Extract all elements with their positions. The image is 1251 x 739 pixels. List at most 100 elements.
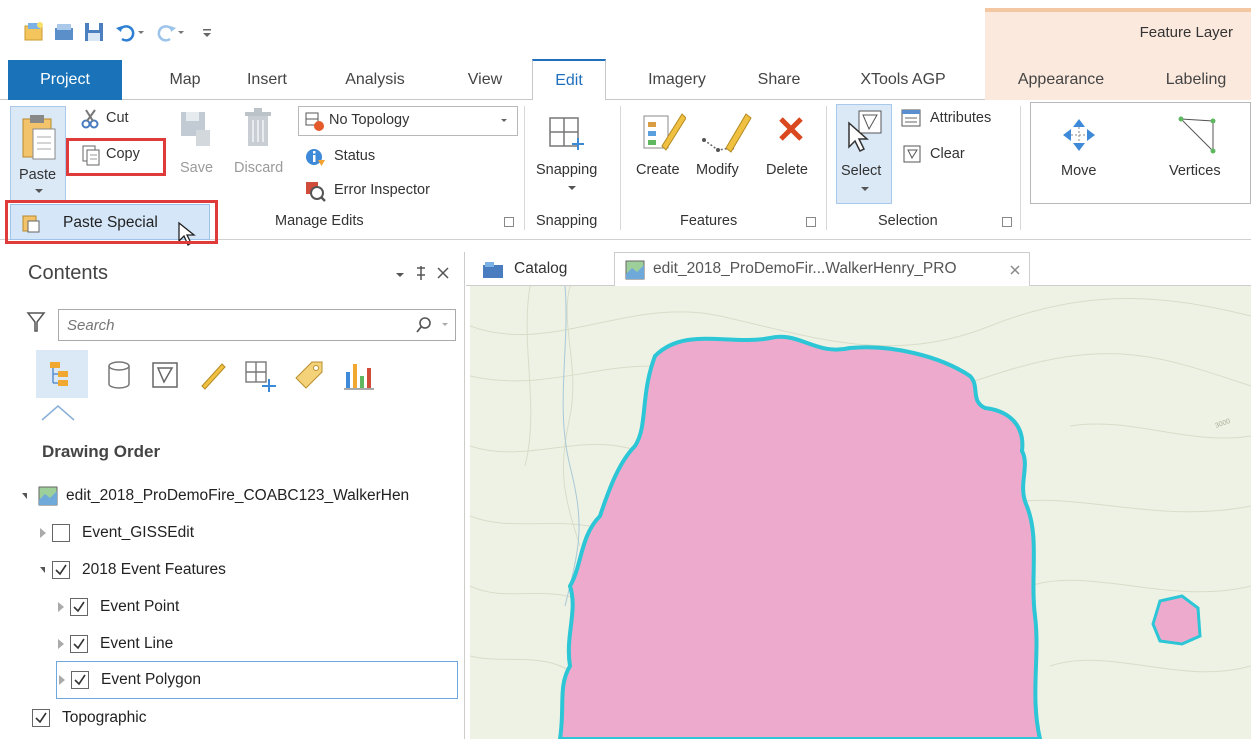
search-options-chevron-down-icon[interactable] bbox=[441, 321, 449, 329]
discard-edits-icon[interactable] bbox=[240, 106, 276, 150]
list-by-snapping-icon[interactable] bbox=[244, 360, 278, 392]
expand-arrow-icon[interactable] bbox=[58, 639, 64, 649]
create-button[interactable]: Create bbox=[636, 162, 680, 178]
tab-insert[interactable]: Insert bbox=[232, 60, 302, 100]
layer-checkbox[interactable] bbox=[52, 561, 70, 579]
layer-checkbox[interactable] bbox=[32, 709, 50, 727]
vertices-button[interactable]: Vertices bbox=[1169, 163, 1221, 179]
layer-checkbox[interactable] bbox=[70, 598, 88, 616]
expand-arrow-icon[interactable] bbox=[40, 528, 46, 538]
pane-options-icon[interactable] bbox=[394, 270, 406, 280]
create-icon[interactable] bbox=[642, 108, 686, 156]
customize-icon[interactable] bbox=[200, 20, 214, 44]
layer-item[interactable]: 2018 Event Features bbox=[0, 552, 458, 588]
list-by-drawing-order-button[interactable] bbox=[36, 350, 88, 398]
tab-map-view[interactable]: edit_2018_ProDemoFir...WalkerHenry_PRO bbox=[614, 252, 1030, 287]
vertices-icon[interactable] bbox=[1177, 115, 1217, 155]
layer-item[interactable]: Event_GISSEdit bbox=[0, 515, 458, 551]
status-button[interactable]: Status bbox=[334, 148, 375, 164]
list-by-selection-icon[interactable] bbox=[150, 360, 180, 390]
layer-item[interactable]: Event Line bbox=[0, 626, 458, 662]
status-icon[interactable] bbox=[304, 146, 326, 168]
list-by-source-icon[interactable] bbox=[104, 360, 134, 390]
redo-dropdown-icon[interactable] bbox=[176, 20, 186, 44]
expand-arrow-icon[interactable] bbox=[58, 602, 64, 612]
tab-map[interactable]: Map bbox=[150, 60, 220, 100]
tab-project[interactable]: Project bbox=[8, 60, 122, 100]
error-inspector-icon[interactable] bbox=[304, 180, 326, 202]
tab-analysis[interactable]: Analysis bbox=[330, 60, 420, 100]
list-by-editing-icon[interactable] bbox=[198, 360, 228, 390]
close-tab-icon[interactable] bbox=[1009, 264, 1021, 276]
attributes-icon[interactable] bbox=[900, 108, 922, 128]
expand-arrow-icon[interactable] bbox=[22, 493, 27, 499]
manage-edits-launcher-icon[interactable] bbox=[504, 217, 514, 227]
feature-layer-context-group: Feature Layer bbox=[985, 8, 1251, 60]
list-by-labeling-icon[interactable] bbox=[292, 358, 326, 392]
tab-labeling[interactable]: Labeling bbox=[1146, 60, 1246, 100]
chevron-up-icon bbox=[41, 405, 75, 421]
select-label: Select bbox=[841, 163, 882, 179]
open-project-icon[interactable] bbox=[52, 20, 76, 44]
modify-button[interactable]: Modify bbox=[696, 162, 739, 178]
layer-checkbox[interactable] bbox=[52, 524, 70, 542]
error-inspector-button[interactable]: Error Inspector bbox=[334, 182, 430, 198]
tab-appearance[interactable]: Appearance bbox=[996, 60, 1126, 100]
undo-dropdown-icon[interactable] bbox=[136, 20, 146, 44]
search-input[interactable] bbox=[67, 315, 387, 335]
move-icon[interactable] bbox=[1061, 117, 1097, 153]
cut-icon[interactable] bbox=[80, 108, 102, 130]
layer-checkbox[interactable] bbox=[71, 671, 89, 689]
pin-icon[interactable] bbox=[414, 264, 428, 282]
selection-launcher-icon[interactable] bbox=[1002, 217, 1012, 227]
features-launcher-icon[interactable] bbox=[806, 217, 816, 227]
tab-catalog[interactable]: Catalog bbox=[474, 254, 584, 286]
delete-button[interactable]: Delete bbox=[766, 162, 808, 178]
checkmark-icon bbox=[73, 638, 85, 650]
tab-view[interactable]: View bbox=[450, 60, 520, 100]
topology-dropdown[interactable]: No Topology bbox=[298, 106, 518, 136]
move-button[interactable]: Move bbox=[1061, 163, 1096, 179]
tab-imagery[interactable]: Imagery bbox=[632, 60, 722, 100]
quick-access-toolbar: Feature Layer bbox=[0, 0, 1251, 60]
undo-icon[interactable] bbox=[114, 20, 138, 44]
tab-edit[interactable]: Edit bbox=[532, 59, 606, 101]
search-icon[interactable] bbox=[415, 316, 433, 334]
expand-arrow-icon[interactable] bbox=[40, 567, 45, 573]
discard-edits-button[interactable]: Discard bbox=[234, 160, 283, 176]
checkmark-icon bbox=[35, 712, 47, 724]
snapping-dropdown-icon[interactable] bbox=[566, 184, 578, 192]
filter-icon[interactable] bbox=[26, 310, 46, 334]
tab-xtools-agp[interactable]: XTools AGP bbox=[840, 60, 966, 100]
tools-gallery: Move Vertices bbox=[1030, 102, 1251, 204]
cut-button[interactable]: Cut bbox=[106, 110, 129, 126]
modify-icon[interactable] bbox=[696, 108, 756, 158]
expand-arrow-icon[interactable] bbox=[59, 675, 65, 685]
snapping-icon[interactable] bbox=[546, 114, 586, 154]
paste-button[interactable]: Paste bbox=[10, 106, 66, 202]
map-view[interactable]: 3000 bbox=[470, 286, 1251, 739]
ribbon-separator bbox=[1020, 106, 1021, 230]
features-group-title: Features bbox=[680, 213, 738, 229]
save-project-icon[interactable] bbox=[82, 20, 106, 44]
layer-item-selected[interactable]: Event Polygon bbox=[56, 661, 458, 699]
save-edits-icon[interactable] bbox=[178, 108, 212, 148]
layer-item[interactable]: Event Point bbox=[0, 589, 458, 625]
clear-selection-icon[interactable] bbox=[902, 144, 922, 164]
map-tree-item[interactable]: edit_2018_ProDemoFire_COABC123_WalkerHen bbox=[0, 478, 458, 514]
list-by-charts-icon[interactable] bbox=[342, 358, 376, 392]
save-edits-button[interactable]: Save bbox=[180, 160, 213, 176]
snapping-group-title: Snapping bbox=[536, 213, 598, 229]
snapping-button[interactable]: Snapping bbox=[536, 162, 597, 178]
select-button[interactable]: Select bbox=[836, 104, 892, 204]
delete-icon[interactable] bbox=[776, 114, 806, 144]
layer-checkbox[interactable] bbox=[70, 635, 88, 653]
close-pane-icon[interactable] bbox=[436, 266, 450, 280]
clear-selection-button[interactable]: Clear bbox=[930, 146, 965, 162]
redo-icon[interactable] bbox=[154, 20, 178, 44]
new-project-icon[interactable] bbox=[22, 20, 46, 44]
tab-share[interactable]: Share bbox=[744, 60, 814, 100]
map-canvas[interactable]: 3000 bbox=[470, 286, 1251, 739]
layer-item[interactable]: Topographic bbox=[0, 700, 458, 736]
attributes-button[interactable]: Attributes bbox=[930, 110, 991, 126]
